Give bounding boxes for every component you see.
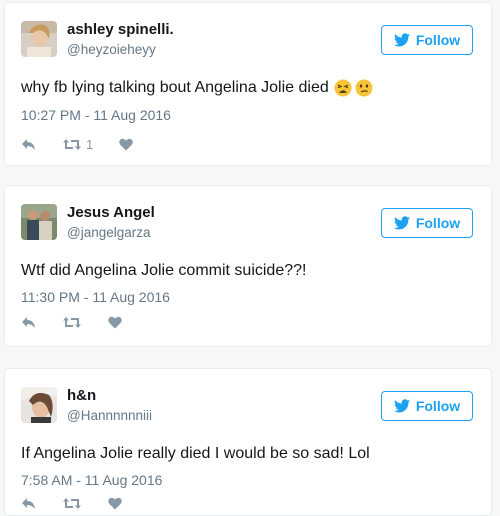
reply-button[interactable] — [21, 316, 36, 329]
heart-icon — [119, 138, 133, 151]
tweet-timestamp[interactable]: 7:58 AM - 11 Aug 2016 — [21, 472, 162, 488]
display-name[interactable]: ashley spinelli. — [67, 21, 174, 38]
like-button[interactable] — [119, 138, 133, 151]
tweet-actions: 1 — [21, 137, 159, 152]
tired-face-emoji — [334, 79, 352, 97]
retweet-icon — [63, 139, 81, 150]
reply-icon — [22, 498, 35, 509]
twitter-bird-icon — [393, 216, 410, 230]
confused-face-emoji — [355, 79, 373, 97]
retweet-button[interactable] — [62, 316, 82, 329]
user-handle[interactable]: @jangelgarza — [67, 225, 151, 240]
avatar[interactable] — [21, 387, 57, 423]
tweet-text: Wtf did Angelina Jolie commit suicide??! — [21, 262, 306, 280]
avatar[interactable] — [21, 204, 57, 240]
tweet-text-content: why fb lying talking bout Angelina Jolie… — [21, 79, 329, 96]
reply-icon — [22, 139, 35, 150]
retweet-icon — [63, 317, 81, 328]
tweet-timestamp[interactable]: 10:27 PM - 11 Aug 2016 — [21, 107, 171, 123]
heart-icon — [108, 497, 122, 510]
tweet-card: h&n @Hannnnnniii Follow If Angelina Joli… — [4, 368, 492, 516]
retweet-icon — [63, 498, 81, 509]
user-handle[interactable]: @heyzoieheyy — [67, 42, 156, 57]
tweet-actions — [21, 497, 148, 510]
follow-label: Follow — [415, 398, 461, 414]
tweet-text: If Angelina Jolie really died I would be… — [21, 445, 370, 463]
retweet-count: 1 — [86, 137, 94, 152]
user-handle[interactable]: @Hannnnnniii — [67, 408, 152, 423]
heart-icon — [108, 316, 122, 329]
tweet-card: ashley spinelli. @heyzoieheyy Follow why… — [4, 2, 492, 166]
tweet-text-content: If Angelina Jolie really died I would be… — [21, 445, 370, 462]
tweet-card: Jesus Angel @jangelgarza Follow Wtf did … — [4, 185, 492, 347]
follow-button[interactable]: Follow — [381, 391, 473, 421]
reply-button[interactable] — [21, 138, 36, 151]
follow-label: Follow — [415, 215, 461, 231]
tweet-text-content: Wtf did Angelina Jolie commit suicide??! — [21, 262, 307, 279]
display-name[interactable]: h&n — [67, 387, 96, 404]
like-button[interactable] — [108, 497, 122, 510]
twitter-bird-icon — [393, 399, 410, 413]
twitter-bird-icon — [393, 33, 410, 47]
retweet-button[interactable]: 1 — [62, 137, 93, 152]
like-button[interactable] — [108, 316, 122, 329]
retweet-button[interactable] — [62, 497, 82, 510]
display-name[interactable]: Jesus Angel — [67, 204, 155, 221]
tweet-text: why fb lying talking bout Angelina Jolie… — [21, 79, 373, 97]
tweet-actions — [21, 316, 148, 329]
follow-label: Follow — [415, 32, 461, 48]
reply-icon — [22, 317, 35, 328]
follow-button[interactable]: Follow — [381, 25, 473, 55]
reply-button[interactable] — [21, 497, 36, 510]
follow-button[interactable]: Follow — [381, 208, 473, 238]
tweet-timestamp[interactable]: 11:30 PM - 11 Aug 2016 — [21, 289, 170, 305]
avatar[interactable] — [21, 21, 57, 57]
